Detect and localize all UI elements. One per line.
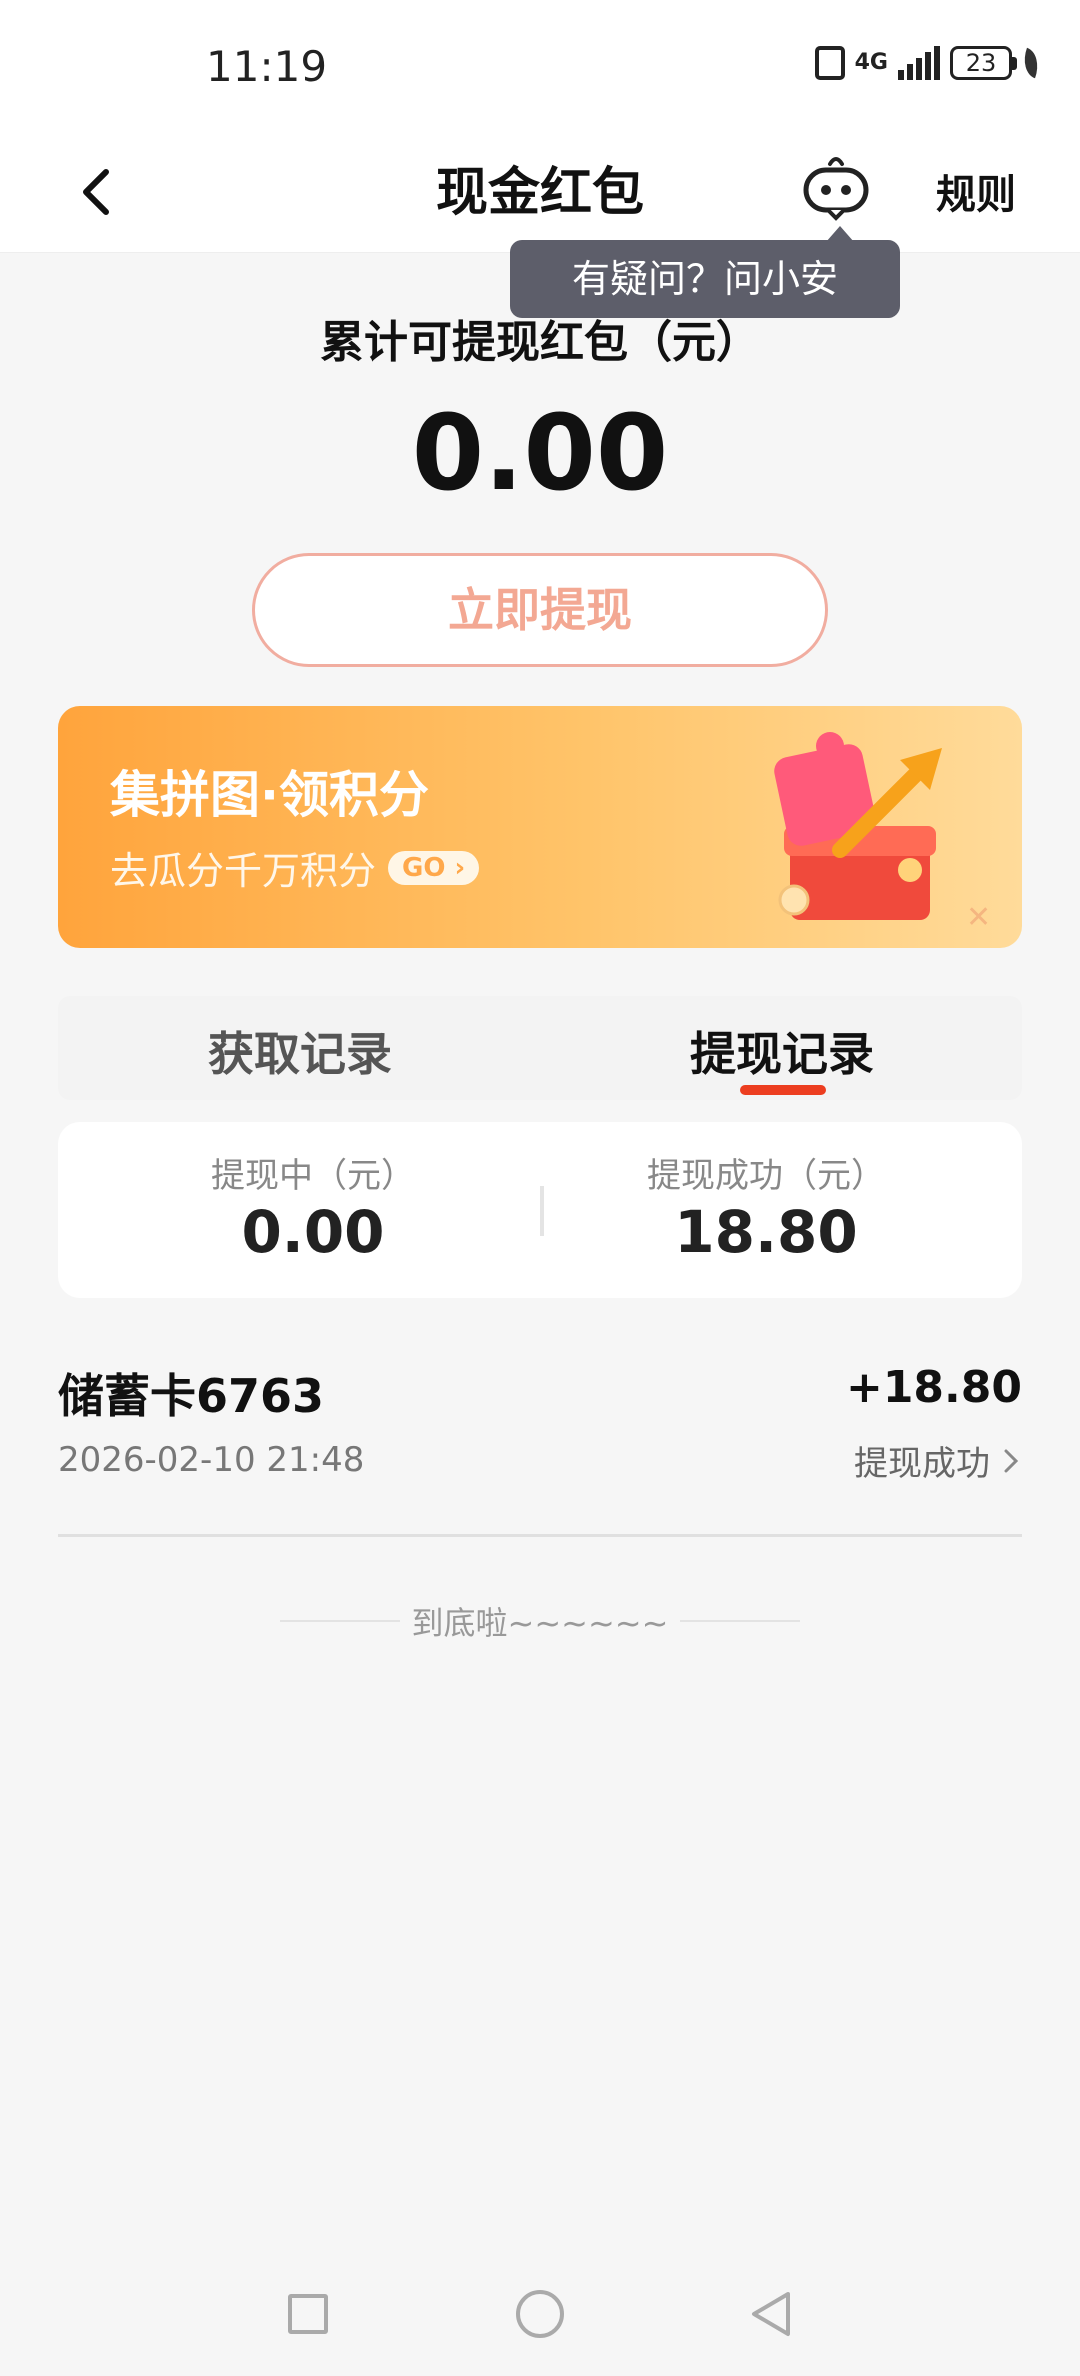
success-label: 提现成功（元） xyxy=(647,1156,885,1196)
home-icon[interactable] xyxy=(516,2290,564,2338)
network-type: 4G xyxy=(854,50,888,75)
vibrate-icon xyxy=(814,46,845,80)
recent-apps-icon[interactable] xyxy=(288,2294,328,2334)
page-title: 现金红包 xyxy=(435,163,644,223)
tab-withdraw-records[interactable]: 提现记录 xyxy=(690,1018,874,1084)
record-tabs xyxy=(58,996,1022,1100)
withdraw-now-button[interactable]: 立即提现 xyxy=(252,553,828,667)
banner-subtitle: 去瓜分千万积分 GO › xyxy=(110,840,480,895)
chevron-right-icon xyxy=(1004,1449,1019,1472)
record-status-link[interactable]: 提现成功 xyxy=(854,1436,1022,1485)
record-divider xyxy=(58,1534,1022,1537)
record-date: 2026-02-10 21:48 xyxy=(58,1440,365,1480)
record-status: 提现成功 xyxy=(854,1444,990,1484)
pending-label: 提现中（元） xyxy=(211,1156,415,1196)
status-time: 11:19 xyxy=(206,42,328,91)
banner-title: 集拼图·领积分 xyxy=(110,766,429,824)
tab-obtain-records[interactable]: 获取记录 xyxy=(208,1018,392,1084)
end-line-right xyxy=(680,1620,800,1622)
withdrawable-label: 累计可提现红包（元） xyxy=(320,317,760,368)
active-tab-indicator xyxy=(740,1085,826,1095)
end-of-list-text: 到底啦~~~~~~ xyxy=(411,1604,669,1642)
battery-icon: 23 xyxy=(950,46,1017,80)
status-icons: 4G 23 xyxy=(814,46,1044,80)
success-value: 18.80 xyxy=(674,1198,858,1266)
pending-value: 0.00 xyxy=(241,1198,385,1266)
puzzle-gift-icon xyxy=(774,732,942,920)
assistant-bot-icon[interactable] xyxy=(800,152,872,224)
signal-icon xyxy=(898,46,940,80)
banner-close-icon[interactable]: ✕ xyxy=(966,900,991,935)
record-amount: +18.80 xyxy=(845,1362,1022,1413)
rules-link[interactable]: 规则 xyxy=(936,162,1016,220)
banner-subtitle-text: 去瓜分千万积分 xyxy=(110,849,377,893)
go-button[interactable]: GO › xyxy=(388,850,480,885)
withdrawable-amount: 0.00 xyxy=(411,392,669,514)
back-triangle-icon[interactable] xyxy=(748,2290,794,2338)
record-card-title: 储蓄卡6763 xyxy=(58,1369,325,1423)
